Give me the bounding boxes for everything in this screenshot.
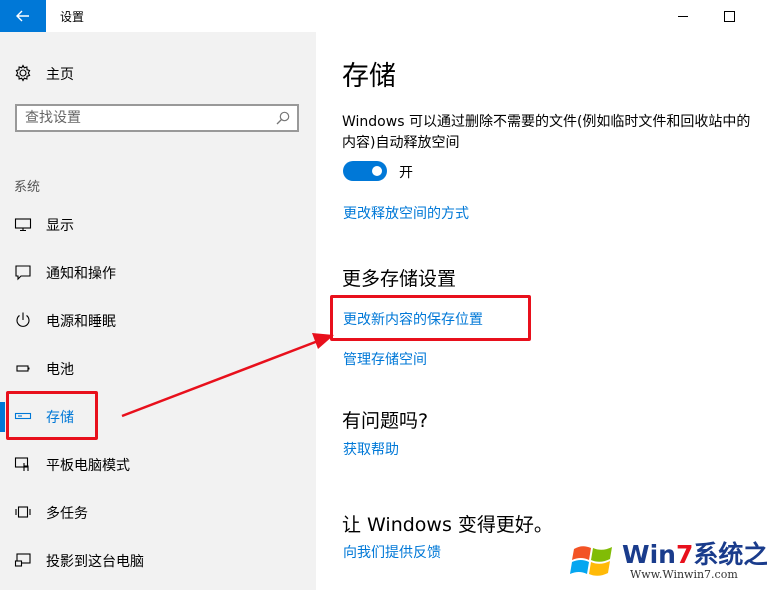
manage-storage-link[interactable]: 管理存储空间 [343, 349, 427, 369]
title-bar: 设置 [0, 0, 767, 32]
power-icon [16, 312, 30, 327]
sidebar-item-multitasking[interactable]: 多任务 [0, 492, 316, 532]
minimize-button[interactable] [660, 0, 706, 32]
multitask-icon [15, 506, 31, 518]
gear-icon [15, 64, 31, 82]
page-title: 存储 [342, 61, 396, 92]
notification-icon [15, 265, 31, 281]
watermark-brand-prefix: Win [622, 540, 676, 569]
sidebar-item-home[interactable]: 主页 [0, 58, 316, 88]
project-icon [14, 553, 31, 567]
search-input[interactable] [25, 108, 265, 128]
monitor-icon [14, 218, 32, 232]
section-label-system: 系统 [14, 180, 41, 195]
sidebar-item-label: 主页 [46, 67, 74, 83]
sidebar-item-label: 通知和操作 [46, 266, 116, 282]
window-title: 设置 [60, 10, 85, 24]
sidebar-item-label: 显示 [46, 218, 74, 234]
sidebar-item-project[interactable]: 投影到这台电脑 [0, 540, 316, 580]
back-arrow-icon [16, 10, 29, 22]
search-icon[interactable] [275, 110, 291, 126]
get-help-link[interactable]: 获取帮助 [343, 439, 399, 459]
toggle-state-label: 开 [399, 165, 413, 181]
more-storage-heading: 更多存储设置 [342, 268, 457, 290]
sidebar-item-battery[interactable]: 电池 [0, 348, 316, 388]
tablet-mode-icon [14, 457, 29, 471]
storage-sense-description: Windows 可以通过删除不需要的文件(例如临时文件和回收站中的内容)自动释放… [342, 114, 751, 151]
battery-icon [16, 365, 30, 372]
watermark-brand-suffix: 系统之家 [693, 540, 767, 569]
sidebar-item-label: 电源和睡眠 [46, 314, 116, 330]
watermark-brand-highlight: 7 [675, 540, 694, 569]
search-box[interactable] [15, 104, 299, 132]
watermark: Win7系统之家 Www.Winwin7.com [570, 533, 767, 588]
sidebar-item-display[interactable]: 显示 [0, 204, 316, 244]
annotation-box-storage [6, 391, 98, 440]
windows-logo-icon [570, 546, 612, 576]
improve-windows-heading: 让 Windows 变得更好。 [342, 514, 553, 536]
sidebar: 主页 系统 显示 通知和操作 电源和睡眠 电池 [0, 32, 316, 590]
minimize-icon [678, 15, 688, 17]
sidebar-item-label: 平板电脑模式 [46, 458, 130, 474]
selected-indicator [0, 402, 5, 432]
toggle-knob [372, 166, 382, 176]
watermark-brand: Win7系统之家 [622, 535, 767, 571]
sidebar-item-label: 电池 [46, 362, 74, 378]
change-free-space-link[interactable]: 更改释放空间的方式 [343, 203, 469, 223]
maximize-icon [723, 10, 735, 22]
sidebar-item-tablet-mode[interactable]: 平板电脑模式 [0, 444, 316, 484]
annotation-box-save-location [330, 295, 531, 341]
storage-sense-toggle[interactable] [343, 161, 387, 181]
back-button[interactable] [0, 0, 46, 32]
sidebar-item-notifications[interactable]: 通知和操作 [0, 252, 316, 292]
maximize-button[interactable] [706, 0, 752, 32]
feedback-link[interactable]: 向我们提供反馈 [343, 542, 441, 562]
sidebar-item-label: 多任务 [46, 506, 88, 522]
sidebar-item-power[interactable]: 电源和睡眠 [0, 300, 316, 340]
sidebar-item-label: 投影到这台电脑 [46, 554, 144, 570]
help-heading: 有问题吗? [342, 410, 429, 432]
watermark-url: Www.Winwin7.com [630, 568, 738, 581]
